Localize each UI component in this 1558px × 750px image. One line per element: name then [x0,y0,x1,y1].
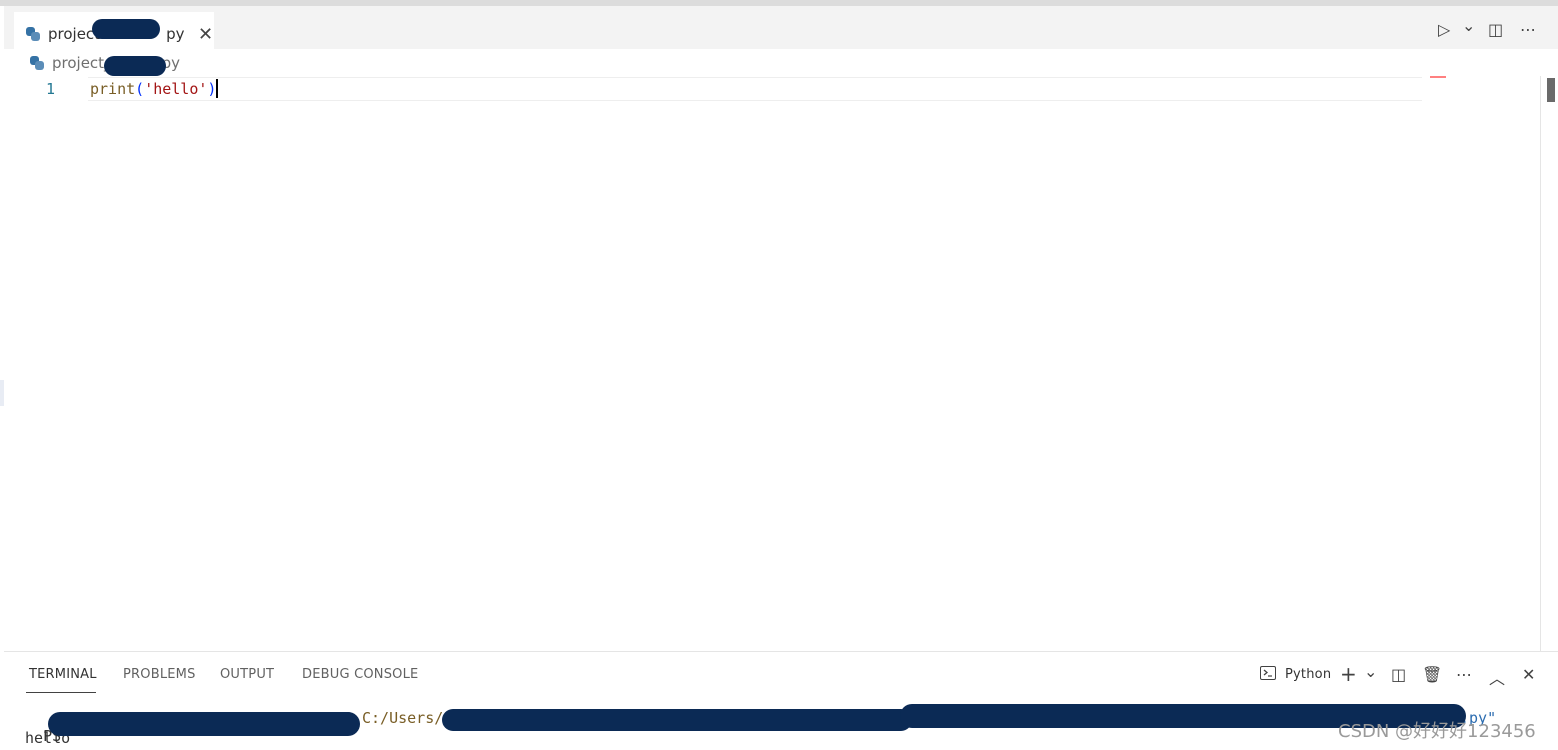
split-terminal-icon[interactable]: ◫ [1391,665,1406,684]
chevron-down-icon[interactable]: ⌄ [1462,16,1475,35]
code-close-paren: ) [207,80,217,98]
editor-tab-strip: project py ✕ ▷ ⌄ ◫ ⋯ [4,6,1558,55]
scrollbar-thumb[interactable] [1547,78,1555,102]
current-line-highlight [88,77,1422,101]
tab-debug-console[interactable]: DEBUG CONSOLE [302,667,418,682]
redaction-mark [442,709,912,731]
chevron-down-icon[interactable]: ⌄ [1364,662,1377,681]
more-actions-icon[interactable]: ⋯ [1456,665,1472,684]
terminal-path: C:/Users/ [362,709,444,727]
more-actions-icon[interactable]: ⋯ [1520,20,1536,39]
tab-label-suffix: py [166,24,185,43]
breadcrumb-label-prefix: project_ [52,54,112,72]
code-open-paren: ( [135,80,145,98]
code-editor[interactable]: 1 print('hello') [4,76,1540,651]
active-tab-indicator [26,692,96,693]
add-terminal-icon[interactable]: + [1340,662,1357,686]
tab-problems[interactable]: PROBLEMS [123,667,196,682]
text-cursor [216,79,219,98]
redaction-mark [104,56,166,76]
trash-icon[interactable]: 🗑 [1422,665,1442,684]
minimap[interactable] [1430,76,1446,78]
code-line[interactable]: print('hello') [90,79,219,98]
run-icon[interactable]: ▷ [1438,20,1450,39]
editor-scrollbar[interactable] [1540,76,1558,651]
close-icon[interactable]: ✕ [1522,665,1535,684]
python-icon [26,26,40,41]
split-editor-icon[interactable]: ◫ [1488,20,1503,39]
tab-output[interactable]: OUTPUT [220,667,274,682]
redaction-mark [48,712,360,736]
terminal-shell-label[interactable]: Python [1285,667,1331,682]
close-icon[interactable]: ✕ [198,24,213,45]
redaction-mark [92,19,160,39]
code-function-token: print [90,80,136,98]
tab-terminal[interactable]: TERMINAL [29,667,97,682]
watermark: CSDN @好好好123456 [1338,721,1536,742]
python-icon [30,56,44,70]
terminal-icon[interactable] [1260,666,1276,680]
code-string-token: 'hello' [144,80,208,98]
sidebar-edge [0,380,4,406]
maximize-panel-icon[interactable]: ︿ [1489,665,1505,689]
line-number: 1 [46,80,56,98]
